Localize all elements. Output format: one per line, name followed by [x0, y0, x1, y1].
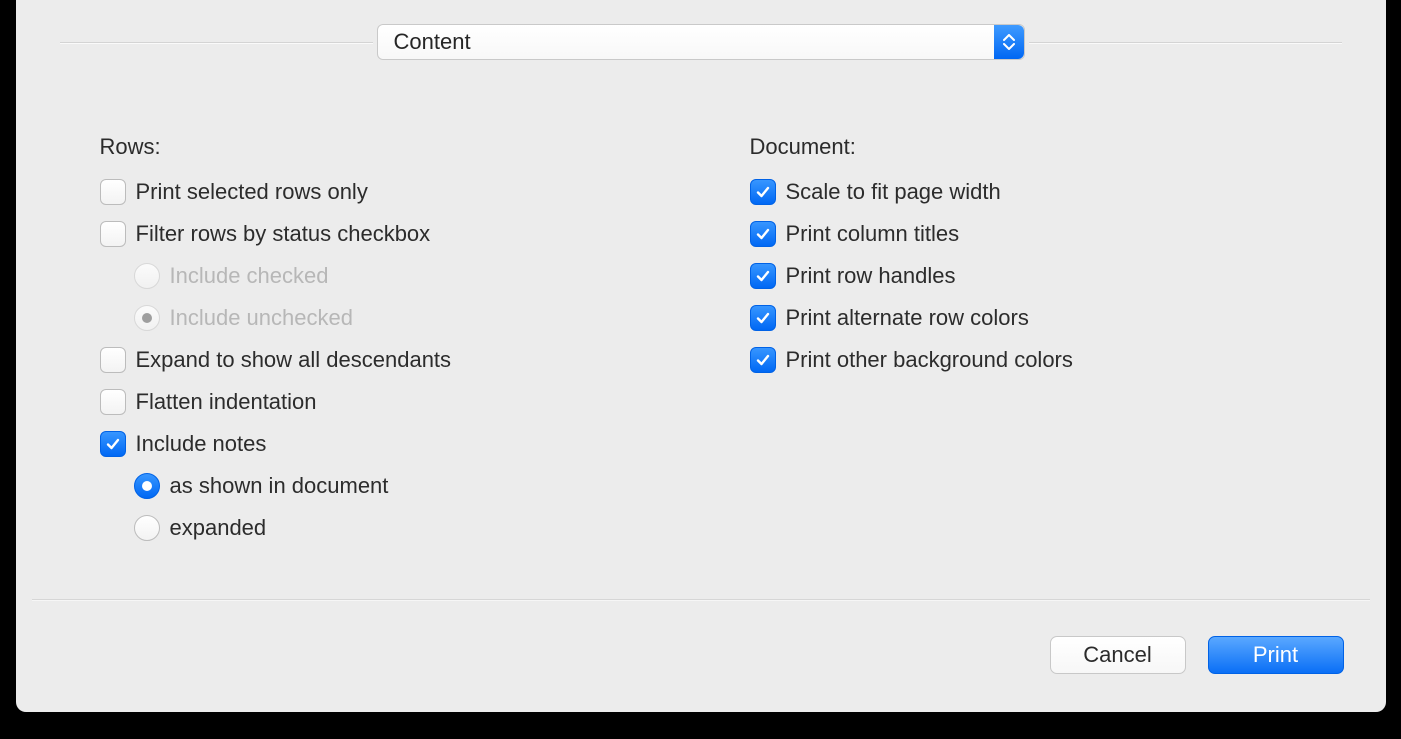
print-selected-rows-checkbox[interactable]: [100, 179, 126, 205]
divider-left: [60, 42, 373, 43]
alt-row-colors-row: Print alternate row colors: [750, 304, 1342, 332]
cancel-button[interactable]: Cancel: [1050, 636, 1186, 674]
alt-row-colors-label: Print alternate row colors: [786, 307, 1029, 329]
bg-colors-checkbox[interactable]: [750, 347, 776, 373]
document-column: Document: Scale to fit page width Print …: [750, 134, 1342, 556]
include-unchecked-radio: [134, 305, 160, 331]
print-selected-rows-label: Print selected rows only: [136, 181, 368, 203]
notes-as-shown-radio[interactable]: [134, 473, 160, 499]
print-options-sheet: Content Rows: Print selected rows only F…: [16, 0, 1386, 712]
include-unchecked-row: Include unchecked: [100, 304, 710, 332]
notes-expanded-row: expanded: [100, 514, 710, 542]
column-titles-checkbox[interactable]: [750, 221, 776, 247]
flatten-indentation-label: Flatten indentation: [136, 391, 317, 413]
flatten-indentation-row: Flatten indentation: [100, 388, 710, 416]
include-notes-label: Include notes: [136, 433, 267, 455]
scale-fit-checkbox[interactable]: [750, 179, 776, 205]
bg-colors-label: Print other background colors: [786, 349, 1073, 371]
bg-colors-row: Print other background colors: [750, 346, 1342, 374]
rows-section-label: Rows:: [100, 134, 710, 160]
document-section-label: Document:: [750, 134, 1342, 160]
filter-by-status-checkbox[interactable]: [100, 221, 126, 247]
expand-descendants-row: Expand to show all descendants: [100, 346, 710, 374]
footer-divider: [32, 599, 1370, 600]
scale-fit-label: Scale to fit page width: [786, 181, 1001, 203]
cancel-button-label: Cancel: [1083, 642, 1151, 668]
expand-descendants-label: Expand to show all descendants: [136, 349, 452, 371]
section-select[interactable]: Content: [377, 24, 1025, 60]
expand-descendants-checkbox[interactable]: [100, 347, 126, 373]
scale-fit-row: Scale to fit page width: [750, 178, 1342, 206]
notes-as-shown-row: as shown in document: [100, 472, 710, 500]
include-notes-checkbox[interactable]: [100, 431, 126, 457]
section-select-value: Content: [394, 29, 471, 55]
include-checked-radio: [134, 263, 160, 289]
filter-by-status-label: Filter rows by status checkbox: [136, 223, 431, 245]
row-handles-row: Print row handles: [750, 262, 1342, 290]
flatten-indentation-checkbox[interactable]: [100, 389, 126, 415]
options-columns: Rows: Print selected rows only Filter ro…: [16, 60, 1386, 556]
row-handles-checkbox[interactable]: [750, 263, 776, 289]
column-titles-row: Print column titles: [750, 220, 1342, 248]
print-selected-rows-row: Print selected rows only: [100, 178, 710, 206]
alt-row-colors-checkbox[interactable]: [750, 305, 776, 331]
notes-expanded-radio[interactable]: [134, 515, 160, 541]
include-notes-row: Include notes: [100, 430, 710, 458]
notes-expanded-label: expanded: [170, 517, 267, 539]
rows-column: Rows: Print selected rows only Filter ro…: [100, 134, 710, 556]
chevron-up-down-icon: [994, 25, 1024, 59]
notes-as-shown-label: as shown in document: [170, 475, 389, 497]
print-button-label: Print: [1253, 642, 1298, 668]
include-checked-row: Include checked: [100, 262, 710, 290]
include-unchecked-label: Include unchecked: [170, 307, 353, 329]
section-select-row: Content: [16, 24, 1386, 60]
filter-by-status-row: Filter rows by status checkbox: [100, 220, 710, 248]
row-handles-label: Print row handles: [786, 265, 956, 287]
divider-right: [1029, 42, 1342, 43]
include-checked-label: Include checked: [170, 265, 329, 287]
column-titles-label: Print column titles: [786, 223, 960, 245]
footer-buttons: Cancel Print: [1050, 636, 1344, 674]
print-button[interactable]: Print: [1208, 636, 1344, 674]
